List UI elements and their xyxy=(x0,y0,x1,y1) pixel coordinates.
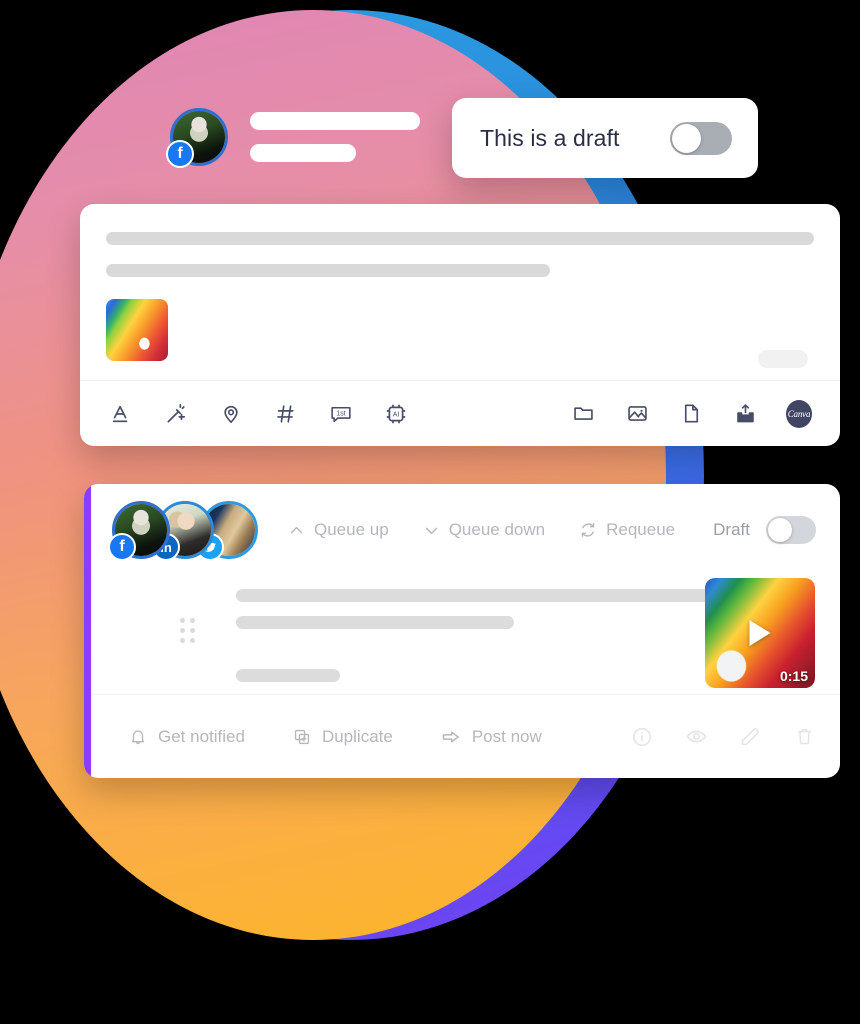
character-counter-placeholder xyxy=(758,350,808,368)
queue-down-button[interactable]: Queue down xyxy=(423,520,545,540)
queue-card-header: f in Queue up Queue down Requeue Draft xyxy=(84,484,840,576)
toggle-knob xyxy=(672,123,701,153)
svg-text:AI: AI xyxy=(393,411,400,418)
ai-chip-icon[interactable]: AI xyxy=(383,401,409,427)
text-format-icon[interactable] xyxy=(108,401,134,427)
delete-trash-icon[interactable] xyxy=(792,725,816,749)
avatar[interactable]: f xyxy=(166,108,228,168)
toggle-knob xyxy=(768,518,792,542)
queue-draft-toggle[interactable] xyxy=(766,516,816,544)
queue-up-button[interactable]: Queue up xyxy=(288,520,389,540)
drag-dot xyxy=(190,618,195,623)
info-icon[interactable] xyxy=(630,725,654,749)
facebook-badge-icon: f xyxy=(166,140,194,168)
svg-text:1st: 1st xyxy=(336,410,345,417)
duplicate-label: Duplicate xyxy=(321,726,393,746)
queue-actions: Queue up Queue down Requeue xyxy=(288,520,709,540)
drag-dot xyxy=(190,628,195,633)
compose-body[interactable] xyxy=(80,204,840,361)
facebook-badge-icon: f xyxy=(108,533,136,561)
draft-toggle[interactable] xyxy=(670,121,732,155)
post-skeleton-line xyxy=(236,669,340,682)
drag-dot xyxy=(180,618,185,623)
queue-card-footer: Get notified Duplicate Post now xyxy=(91,694,840,778)
magic-wand-icon[interactable] xyxy=(163,401,189,427)
profile-row: f xyxy=(166,108,420,168)
compose-toolbar-right: Canva xyxy=(542,399,812,428)
canva-icon[interactable]: Canva xyxy=(786,399,812,428)
compose-toolbar: 1st AI Canva xyxy=(80,380,840,446)
video-thumbnail[interactable]: 0:15 xyxy=(705,578,815,688)
drag-handle[interactable] xyxy=(180,618,195,643)
placeholder-line xyxy=(250,112,420,130)
post-skeleton-line xyxy=(236,589,774,602)
draft-toggle-card[interactable]: This is a draft xyxy=(452,98,758,178)
channel-avatars: f in xyxy=(108,501,258,561)
get-notified-label: Get notified xyxy=(158,726,245,746)
queue-draft-toggle-group: Draft xyxy=(713,516,816,544)
drag-dot xyxy=(180,638,185,643)
video-duration: 0:15 xyxy=(779,668,808,684)
profile-placeholder-lines xyxy=(250,112,420,162)
play-icon xyxy=(749,620,771,646)
image-icon[interactable] xyxy=(624,401,650,427)
preview-eye-icon[interactable] xyxy=(684,725,708,749)
canva-logo: Canva xyxy=(786,399,812,428)
drag-dot xyxy=(190,638,195,643)
queue-post-card: f in Queue up Queue down Requeue Draft 0… xyxy=(84,484,840,778)
queue-card-body: 0:15 xyxy=(84,576,840,694)
attached-image-thumbnail[interactable] xyxy=(106,299,168,361)
compose-skeleton-line xyxy=(106,232,814,245)
requeue-label: Requeue xyxy=(606,520,676,539)
post-now-label: Post now xyxy=(471,726,542,746)
upload-icon[interactable] xyxy=(732,401,758,427)
avatar[interactable]: f xyxy=(108,501,170,561)
post-now-button[interactable]: Post now xyxy=(441,727,542,747)
draft-label: This is a draft xyxy=(480,124,620,151)
queue-footer-icons xyxy=(600,725,816,749)
edit-pencil-icon[interactable] xyxy=(738,725,762,749)
queue-up-label: Queue up xyxy=(314,520,389,539)
queue-down-label: Queue down xyxy=(448,520,546,539)
compose-toolbar-left: 1st AI xyxy=(108,401,438,427)
location-pin-icon[interactable] xyxy=(218,401,244,427)
folder-icon[interactable] xyxy=(570,401,596,427)
post-skeleton-line xyxy=(236,616,514,629)
requeue-button[interactable]: Requeue xyxy=(579,520,675,540)
compose-card: 1st AI Canva xyxy=(80,204,840,446)
drag-dot xyxy=(180,628,185,633)
queue-draft-label: Draft xyxy=(713,520,750,539)
compose-skeleton-line xyxy=(106,264,550,277)
hashtag-icon[interactable] xyxy=(273,401,299,427)
duplicate-button[interactable]: Duplicate xyxy=(293,727,393,747)
placeholder-line xyxy=(250,144,356,162)
get-notified-button[interactable]: Get notified xyxy=(129,727,245,747)
first-comment-icon[interactable]: 1st xyxy=(328,401,354,427)
document-icon[interactable] xyxy=(678,401,704,427)
stage: f This is a draft 1st AI Canva f in Queu… xyxy=(0,0,860,1024)
